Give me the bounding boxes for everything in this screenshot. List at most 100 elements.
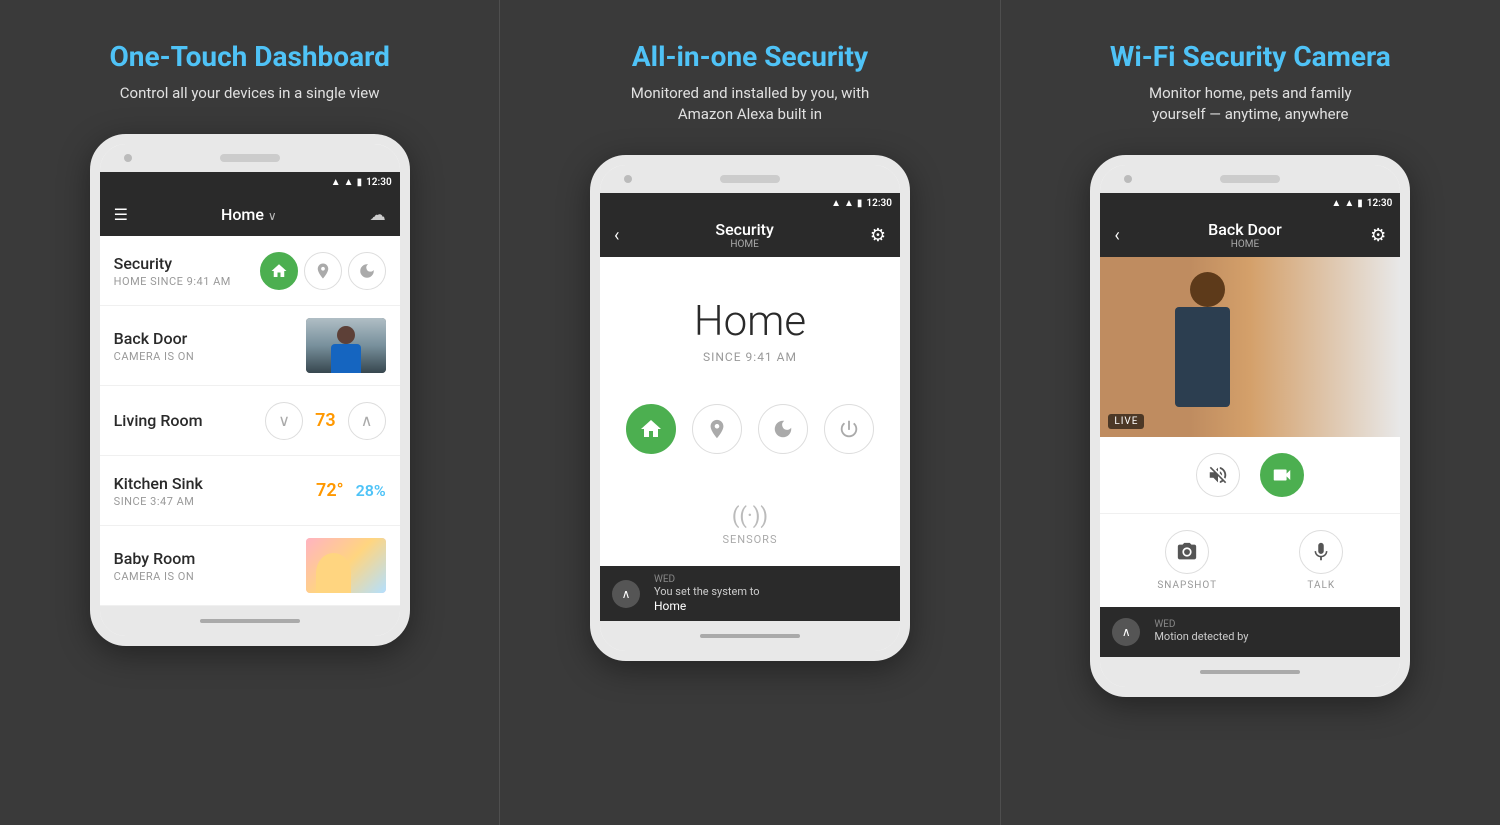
wifi-icon-3: ▲ — [1331, 198, 1341, 209]
wifi-signal-icon: ▲ — [331, 177, 341, 188]
kitchen-sink-device-item[interactable]: Kitchen Sink SINCE 3:47 AM 72° 28% — [100, 456, 400, 526]
gear-button-3[interactable]: ⚙ — [1370, 225, 1386, 246]
bottom-bar-day-3: WED — [1154, 619, 1248, 630]
chevron-up-button-3[interactable]: ∧ — [1112, 618, 1140, 646]
phone-camera-3 — [1124, 175, 1132, 183]
nav-bar-3: ‹ Back Door HOME ⚙ — [1100, 213, 1400, 257]
snapshot-icon[interactable] — [1165, 530, 1209, 574]
status-icons-2: ▲ ▲ ▮ — [831, 198, 862, 209]
back-door-name: Back Door — [114, 329, 306, 348]
person-cam-1 — [306, 318, 386, 373]
gear-button-2[interactable]: ⚙ — [870, 225, 886, 246]
camera-bottom-row: SNAPSHOT TALK — [1100, 514, 1400, 607]
panel1-title: One-Touch Dashboard — [109, 40, 389, 73]
nav-bar-1: ☰ Home ∨ ☁ — [100, 192, 400, 236]
phone-top-bar-3 — [1100, 165, 1400, 193]
security-name: Security — [114, 254, 260, 273]
live-badge: LIVE — [1108, 414, 1144, 429]
security-panel: All-in-one Security Monitored and instal… — [500, 0, 999, 825]
video-icon[interactable] — [1260, 453, 1304, 497]
bottom-bar-mode: Home — [654, 599, 760, 613]
kitchen-humidity: 28% — [356, 481, 386, 500]
back-door-device-item[interactable]: Back Door CAMERA IS ON — [100, 306, 400, 386]
sensors-label: SENSORS — [722, 533, 777, 546]
phone-bottom-1 — [100, 606, 400, 636]
panel2-subtitle: Monitored and installed by you, withAmaz… — [631, 83, 870, 125]
status-bar-2: ▲ ▲ ▮ 12:30 — [600, 193, 900, 213]
security-mode: Home — [694, 297, 806, 346]
nav-title-2: Security — [715, 220, 773, 239]
home-mode-button[interactable] — [260, 252, 298, 290]
phone-speaker-1 — [220, 154, 280, 162]
security-sensors: ((·)) SENSORS — [722, 504, 777, 546]
home-chevron-icon: ∨ — [268, 209, 277, 223]
sec-night-button[interactable] — [758, 404, 808, 454]
back-door-info: Back Door CAMERA IS ON — [114, 329, 306, 363]
thermostat-controls: ∨ 73 ∧ — [265, 402, 386, 440]
living-room-name: Living Room — [114, 411, 265, 430]
phone-1: ▲ ▲ ▮ 12:30 ☰ Home ∨ ☁ — [90, 134, 410, 646]
phone-3: ▲ ▲ ▮ 12:30 ‹ Back Door HOME ⚙ LIVE — [1090, 155, 1410, 697]
security-mode-sub: SINCE 9:41 AM — [703, 350, 797, 364]
temp-down-button[interactable]: ∨ — [265, 402, 303, 440]
away-mode-button[interactable] — [304, 252, 342, 290]
back-door-status: CAMERA IS ON — [114, 350, 306, 363]
nav-center-1: Home ∨ — [221, 205, 277, 224]
back-button-3[interactable]: ‹ — [1114, 225, 1119, 246]
security-device-item[interactable]: Security HOME SINCE 9:41 AM — [100, 236, 400, 306]
talk-btn[interactable]: TALK — [1299, 530, 1343, 591]
video-cam-btn[interactable] — [1260, 453, 1304, 497]
status-time-3: 12:30 — [1367, 198, 1393, 209]
kitchen-sink-status: SINCE 3:47 AM — [114, 495, 310, 508]
chevron-up-button[interactable]: ∧ — [612, 580, 640, 608]
camera-panel: Wi-Fi Security Camera Monitor home, pets… — [1001, 0, 1500, 825]
home-indicator-1 — [200, 619, 300, 623]
panel2-title: All-in-one Security — [632, 40, 868, 73]
status-time-1: 12:30 — [366, 177, 392, 188]
live-person-figure — [1100, 257, 1400, 437]
status-icons-3: ▲ ▲ ▮ — [1331, 198, 1362, 209]
mute-cam-btn[interactable] — [1196, 453, 1240, 497]
mute-icon[interactable] — [1196, 453, 1240, 497]
talk-icon[interactable] — [1299, 530, 1343, 574]
night-mode-button[interactable] — [348, 252, 386, 290]
panel3-title: Wi-Fi Security Camera — [1110, 40, 1391, 73]
snapshot-btn[interactable]: SNAPSHOT — [1157, 530, 1217, 591]
device-list: Security HOME SINCE 9:41 AM — [100, 236, 400, 606]
living-room-info: Living Room — [114, 411, 265, 430]
temp-value: 73 — [315, 410, 336, 431]
cloud-icon[interactable]: ☁ — [370, 205, 386, 224]
phone-top-bar-1 — [100, 144, 400, 172]
baby-cam-placeholder — [306, 538, 386, 593]
nav-center-2: Security HOME — [715, 220, 773, 250]
hamburger-icon[interactable]: ☰ — [114, 205, 128, 224]
nav-subtitle-3: HOME — [1231, 239, 1259, 250]
bottom-bar-text-3: Motion detected by — [1154, 630, 1248, 644]
phone-camera-2 — [624, 175, 632, 183]
battery-icon-3: ▮ — [1357, 198, 1363, 209]
sensors-block: ((·)) SENSORS — [722, 504, 777, 546]
sec-off-button[interactable] — [824, 404, 874, 454]
battery-icon: ▮ — [357, 177, 363, 188]
baby-room-device-item[interactable]: Baby Room CAMERA IS ON — [100, 526, 400, 606]
phone-speaker-3 — [1220, 175, 1280, 183]
phone-speaker-2 — [720, 175, 780, 183]
security-mode-buttons — [626, 404, 874, 454]
bottom-bar-content-3: WED Motion detected by — [1154, 619, 1248, 644]
wifi-icon-2: ▲ — [831, 198, 841, 209]
status-time-2: 12:30 — [866, 198, 892, 209]
cell-signal-icon: ▲ — [344, 177, 354, 188]
bottom-bar-day-2: WED — [654, 574, 760, 585]
sec-away-button[interactable] — [692, 404, 742, 454]
temp-up-button[interactable]: ∧ — [348, 402, 386, 440]
baby-room-status: CAMERA IS ON — [114, 570, 306, 583]
home-indicator-3 — [1200, 670, 1300, 674]
nav-title-1: Home ∨ — [221, 205, 277, 224]
sec-home-button[interactable] — [626, 404, 676, 454]
kitchen-temp: 72° — [316, 480, 344, 501]
baby-room-name: Baby Room — [114, 549, 306, 568]
nav-bar-2: ‹ Security HOME ⚙ — [600, 213, 900, 257]
living-room-device-item[interactable]: Living Room ∨ 73 ∧ — [100, 386, 400, 456]
wifi-sensor-icon: ((·)) — [732, 504, 768, 529]
back-button-2[interactable]: ‹ — [614, 225, 619, 246]
